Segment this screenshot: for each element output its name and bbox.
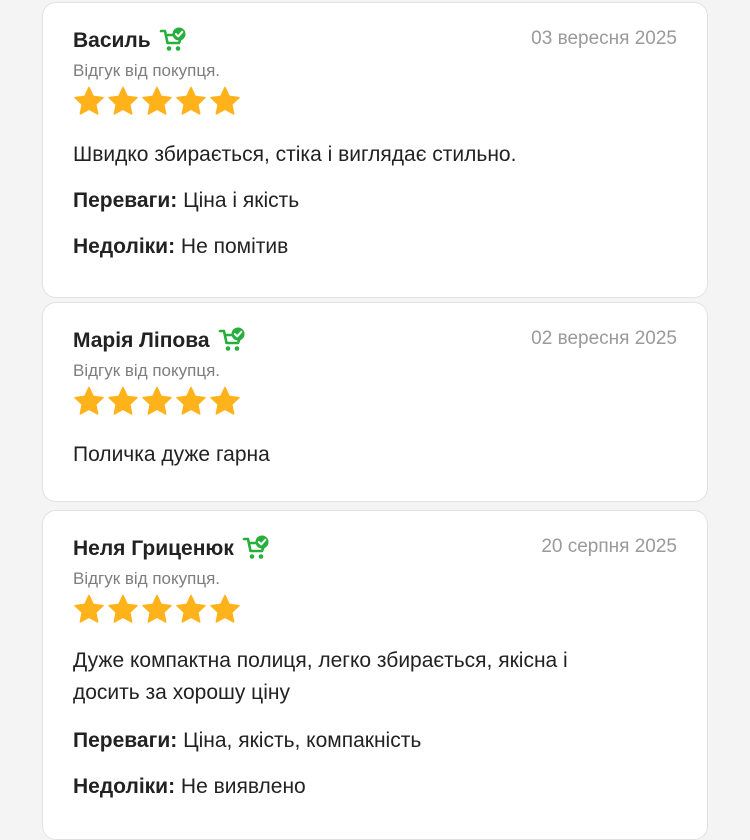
star-icon <box>175 386 207 416</box>
review-header: Неля Гриценюк 20 серпня 2025 <box>73 533 677 569</box>
star-icon <box>175 86 207 116</box>
shopping-cart-check-icon <box>218 327 246 355</box>
review-pros: Переваги: Ціна, якість, компакність <box>73 725 677 757</box>
star-icon <box>107 594 139 624</box>
star-icon <box>209 86 241 116</box>
star-icon <box>141 594 173 624</box>
star-icon <box>107 386 139 416</box>
star-icon <box>107 86 139 116</box>
review-text-line: Дуже компактна полиця, легко збирається,… <box>73 649 568 672</box>
pros-value: Ціна і якість <box>177 189 300 212</box>
pros-label: Переваги: <box>73 189 178 212</box>
star-icon <box>209 386 241 416</box>
star-icon <box>175 594 207 624</box>
review-subtitle: Відгук від покупця. <box>73 61 221 80</box>
review-author: Василь <box>73 27 187 55</box>
review-header: Марія Ліпова 02 вересня 2025 <box>73 325 677 361</box>
rating-stars <box>73 386 241 416</box>
review-subtitle: Відгук від покупця. <box>73 569 221 588</box>
review-subtitle: Відгук від покупця. <box>73 361 221 380</box>
star-icon <box>73 594 105 624</box>
review-card: Василь 03 вересня 2025 Відгук від покупц… <box>42 2 708 298</box>
rating-stars <box>73 594 241 624</box>
star-icon <box>209 594 241 624</box>
review-date: 03 вересня 2025 <box>531 28 677 49</box>
review-date: 02 вересня 2025 <box>531 328 677 349</box>
cons-label: Недоліки: <box>73 235 176 258</box>
review-card: Неля Гриценюк 20 серпня 2025 Відгук від … <box>42 510 708 840</box>
rating-stars <box>73 86 241 116</box>
review-author: Марія Ліпова <box>73 327 246 355</box>
review-cons: Недоліки: Не помітив <box>73 231 677 263</box>
author-name: Василь <box>73 29 151 52</box>
star-icon <box>73 86 105 116</box>
review-cons: Недоліки: Не виявлено <box>73 771 677 803</box>
review-date: 20 серпня 2025 <box>541 536 677 557</box>
review-card: Марія Ліпова 02 вересня 2025 Відгук від … <box>42 302 708 502</box>
review-text: Поличка дуже гарна <box>73 443 270 466</box>
star-icon <box>73 386 105 416</box>
star-icon <box>141 86 173 116</box>
review-author: Неля Гриценюк <box>73 535 270 563</box>
review-header: Василь 03 вересня 2025 <box>73 25 677 61</box>
pros-value: Ціна, якість, компакність <box>177 729 422 752</box>
review-text-line: досить за хорошу ціну <box>73 681 290 704</box>
author-name: Марія Ліпова <box>73 329 210 352</box>
pros-label: Переваги: <box>73 729 178 752</box>
author-name: Неля Гриценюк <box>73 537 234 560</box>
cons-label: Недоліки: <box>73 775 176 798</box>
cons-value: Не помітив <box>175 235 289 258</box>
review-pros: Переваги: Ціна і якість <box>73 185 677 217</box>
review-text: Швидко збирається, стіка і виглядає стил… <box>73 143 517 166</box>
shopping-cart-check-icon <box>242 535 270 563</box>
cons-value: Не виявлено <box>175 775 306 798</box>
star-icon <box>141 386 173 416</box>
shopping-cart-check-icon <box>159 27 187 55</box>
